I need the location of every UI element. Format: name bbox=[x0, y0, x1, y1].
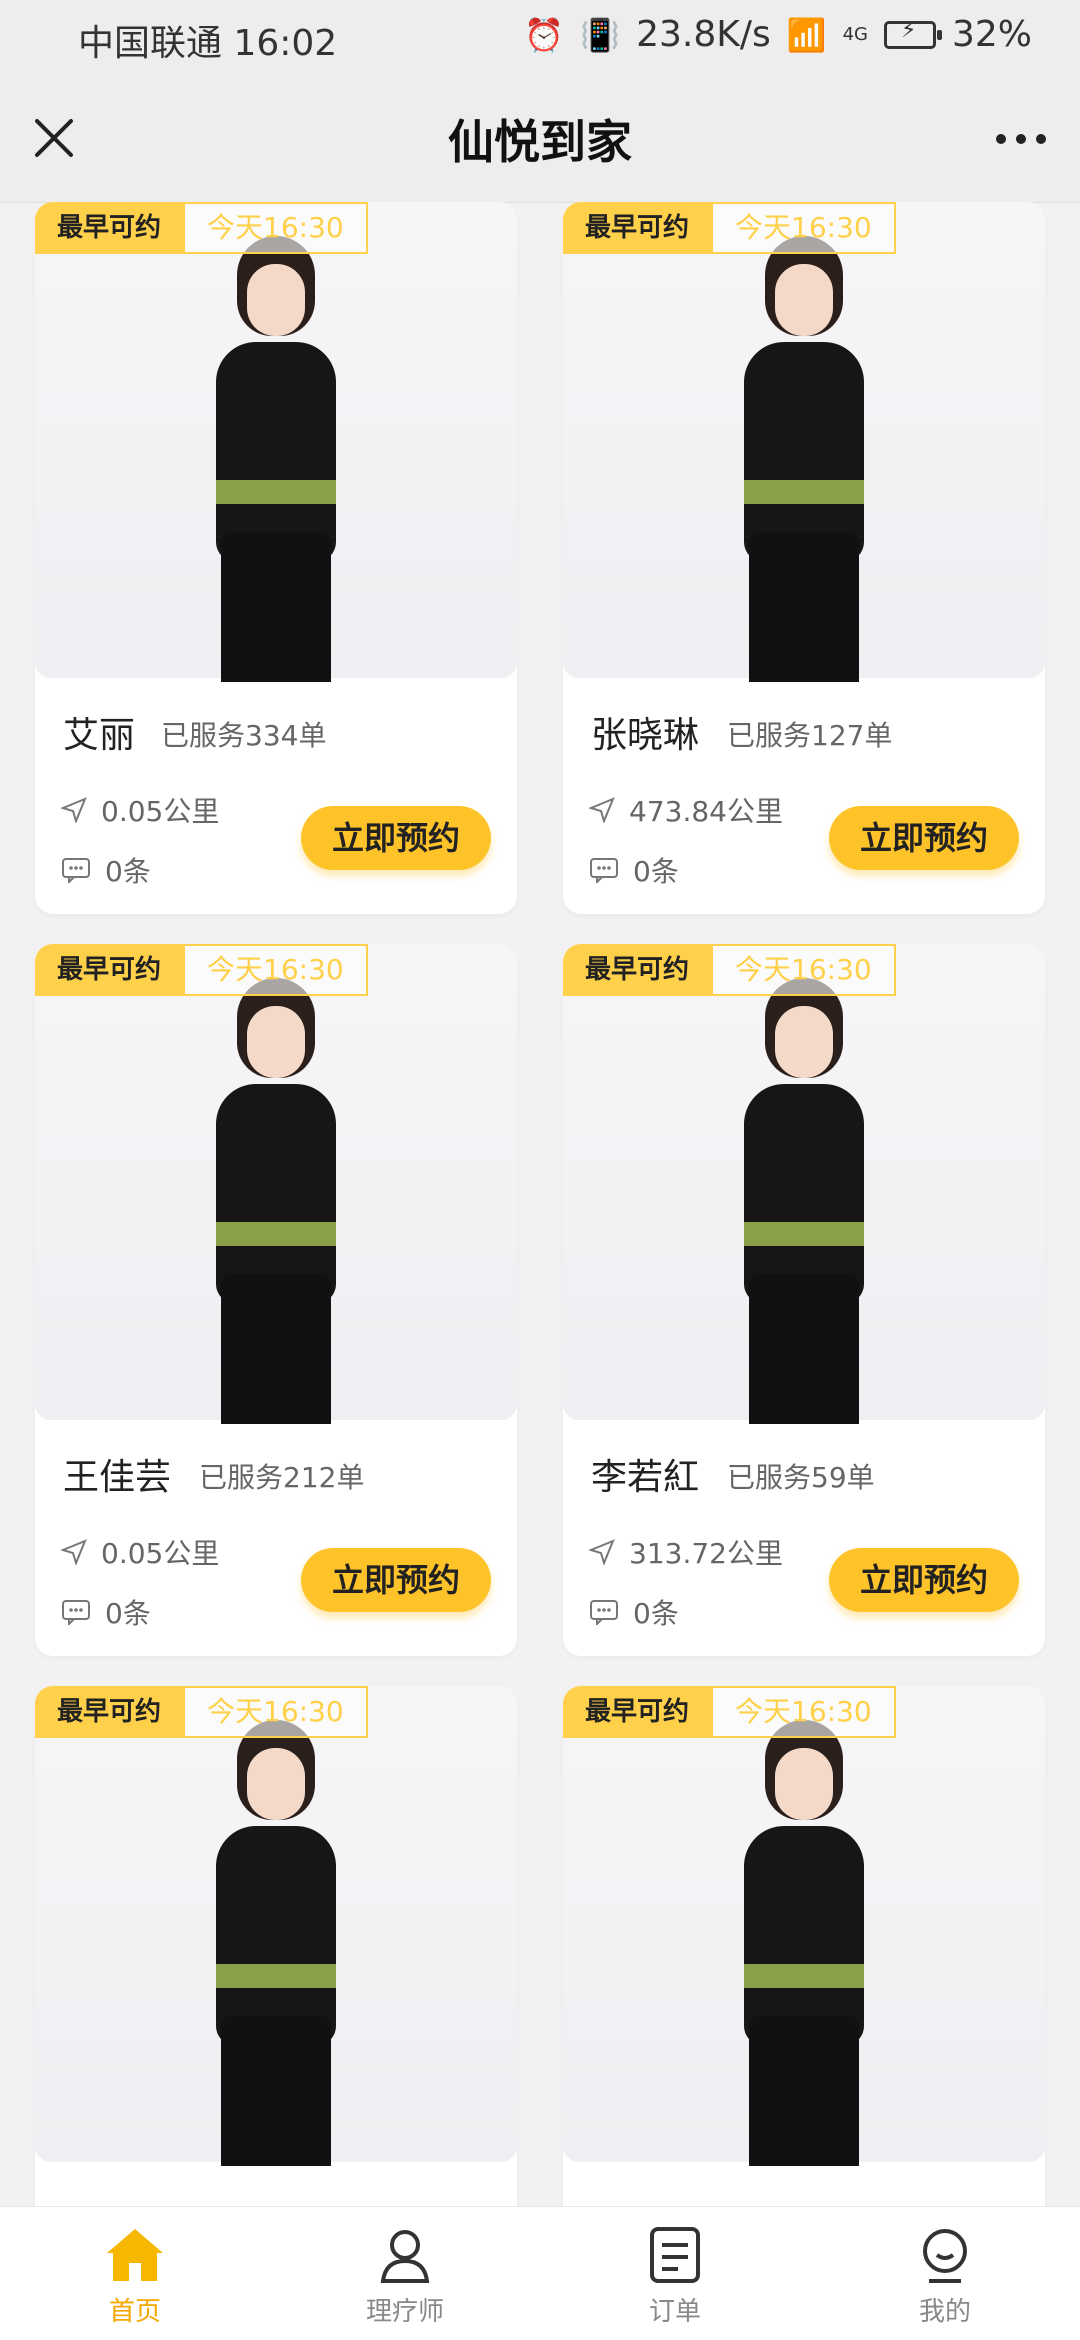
badge-label: 最早可约 bbox=[35, 944, 184, 996]
order-icon bbox=[575, 2223, 775, 2287]
distance-text: 0.05公里 bbox=[101, 1537, 220, 1570]
distance-text: 0.05公里 bbox=[101, 795, 220, 828]
served-count: 已服务334单 bbox=[161, 719, 327, 752]
comment-count: 0条 bbox=[105, 1597, 151, 1630]
therapist-photo[interactable] bbox=[35, 202, 517, 682]
therapist-photo[interactable] bbox=[563, 202, 1045, 682]
net-speed: 23.8K/s bbox=[636, 14, 771, 55]
comment-icon bbox=[61, 857, 91, 885]
location-arrow-icon bbox=[589, 797, 615, 823]
comment-count: 0条 bbox=[633, 1597, 679, 1630]
comment-icon bbox=[589, 857, 619, 885]
comment-row: 0条 bbox=[589, 850, 679, 890]
book-now-button[interactable]: 立即预约 bbox=[829, 1548, 1019, 1612]
badge-time: 今天16:30 bbox=[711, 202, 896, 254]
home-icon bbox=[35, 2223, 235, 2287]
wifi-icon: 📶 bbox=[786, 15, 827, 54]
therapist-card[interactable]: 最早可约 今天16:30 bbox=[35, 1686, 517, 2207]
earliest-badge: 最早可约 今天16:30 bbox=[563, 1686, 896, 1738]
therapist-photo[interactable] bbox=[35, 1686, 517, 2166]
profile-icon bbox=[845, 2223, 1045, 2287]
status-bar: 中国联通 16:02 ⏰ 📳 23.8K/s 📶 4G ⚡ 32% bbox=[0, 0, 1080, 76]
badge-time: 今天16:30 bbox=[183, 1686, 368, 1738]
distance-text: 313.72公里 bbox=[629, 1537, 783, 1570]
served-count: 已服务212单 bbox=[199, 1461, 365, 1494]
therapist-card[interactable]: 最早可约 今天16:30 艾丽 已服务334单 0.05公里 0条 立即预约 bbox=[35, 202, 517, 914]
tab-label: 理疗师 bbox=[365, 2297, 444, 2327]
earliest-badge: 最早可约 今天16:30 bbox=[35, 202, 368, 254]
comment-icon bbox=[61, 1599, 91, 1627]
comment-row: 0条 bbox=[589, 1592, 679, 1632]
book-now-button[interactable]: 立即预约 bbox=[829, 806, 1019, 870]
battery-icon: ⚡ bbox=[883, 18, 942, 49]
therapist-photo[interactable] bbox=[563, 1686, 1045, 2166]
tab-label: 订单 bbox=[648, 2297, 701, 2327]
book-now-button[interactable]: 立即预约 bbox=[301, 1548, 491, 1612]
distance-row: 0.05公里 bbox=[61, 1532, 219, 1572]
badge-label: 最早可约 bbox=[563, 202, 712, 254]
tab-orders[interactable]: 订单 bbox=[575, 2207, 775, 2328]
therapist-card[interactable]: 最早可约 今天16:30 李若紅 已服务59单 313.72公里 0条 立即预约 bbox=[563, 944, 1045, 1656]
therapist-card[interactable]: 最早可约 今天16:30 王佳芸 已服务212单 0.05公里 0条 立即预约 bbox=[35, 944, 517, 1656]
title-bar: 仙悦到家 bbox=[0, 76, 1080, 203]
badge-time: 今天16:30 bbox=[711, 944, 896, 996]
earliest-badge: 最早可约 今天16:30 bbox=[563, 202, 896, 254]
comment-count: 0条 bbox=[633, 855, 679, 888]
location-arrow-icon bbox=[589, 1539, 615, 1565]
distance-text: 473.84公里 bbox=[629, 795, 783, 828]
therapist-name: 张晓琳 bbox=[591, 715, 700, 756]
badge-label: 最早可约 bbox=[35, 202, 184, 254]
therapist-name: 李若紅 bbox=[591, 1457, 700, 1498]
badge-time: 今天16:30 bbox=[183, 944, 368, 996]
comment-icon bbox=[589, 1599, 619, 1627]
tab-mine[interactable]: 我的 bbox=[845, 2207, 1045, 2328]
status-icons: ⏰ 📳 23.8K/s 📶 4G ⚡ 32% bbox=[524, 14, 1032, 55]
location-arrow-icon bbox=[61, 1539, 87, 1565]
more-options-icon[interactable] bbox=[996, 134, 1046, 144]
served-count: 已服务59单 bbox=[727, 1461, 875, 1494]
earliest-badge: 最早可约 今天16:30 bbox=[35, 1686, 368, 1738]
distance-row: 0.05公里 bbox=[61, 790, 219, 830]
tab-home[interactable]: 首页 bbox=[35, 2207, 235, 2328]
therapist-photo[interactable] bbox=[563, 944, 1045, 1424]
badge-label: 最早可约 bbox=[35, 1686, 184, 1738]
person-icon bbox=[305, 2223, 505, 2287]
page-title: 仙悦到家 bbox=[448, 115, 632, 169]
tab-label: 我的 bbox=[918, 2297, 971, 2327]
book-now-button[interactable]: 立即预约 bbox=[301, 806, 491, 870]
bottom-tab-bar: 首页 理疗师 订单 我的 bbox=[0, 2206, 1080, 2340]
tab-therapist[interactable]: 理疗师 bbox=[305, 2207, 505, 2328]
badge-time: 今天16:30 bbox=[711, 1686, 896, 1738]
therapist-grid: 最早可约 今天16:30 艾丽 已服务334单 0.05公里 0条 立即预约 最… bbox=[0, 202, 1080, 2207]
vibrate-icon: 📳 bbox=[580, 15, 621, 54]
badge-label: 最早可约 bbox=[563, 1686, 712, 1738]
therapist-name: 王佳芸 bbox=[63, 1457, 172, 1498]
badge-label: 最早可约 bbox=[563, 944, 712, 996]
earliest-badge: 最早可约 今天16:30 bbox=[35, 944, 368, 996]
location-arrow-icon bbox=[61, 797, 87, 823]
therapist-photo[interactable] bbox=[35, 944, 517, 1424]
comment-row: 0条 bbox=[61, 850, 151, 890]
badge-time: 今天16:30 bbox=[183, 202, 368, 254]
battery-percent: 32% bbox=[951, 14, 1032, 55]
distance-row: 313.72公里 bbox=[589, 1532, 783, 1572]
therapist-name: 艾丽 bbox=[63, 715, 136, 756]
therapist-card[interactable]: 最早可约 今天16:30 bbox=[563, 1686, 1045, 2207]
comment-row: 0条 bbox=[61, 1592, 151, 1632]
earliest-badge: 最早可约 今天16:30 bbox=[563, 944, 896, 996]
comment-count: 0条 bbox=[105, 855, 151, 888]
carrier-time: 中国联通 16:02 bbox=[78, 23, 338, 64]
distance-row: 473.84公里 bbox=[589, 790, 783, 830]
alarm-icon: ⏰ bbox=[524, 15, 565, 54]
signal-label: 4G bbox=[842, 24, 868, 45]
therapist-card[interactable]: 最早可约 今天16:30 张晓琳 已服务127单 473.84公里 0条 立即预… bbox=[563, 202, 1045, 914]
tab-label: 首页 bbox=[108, 2297, 161, 2327]
served-count: 已服务127单 bbox=[727, 719, 893, 752]
